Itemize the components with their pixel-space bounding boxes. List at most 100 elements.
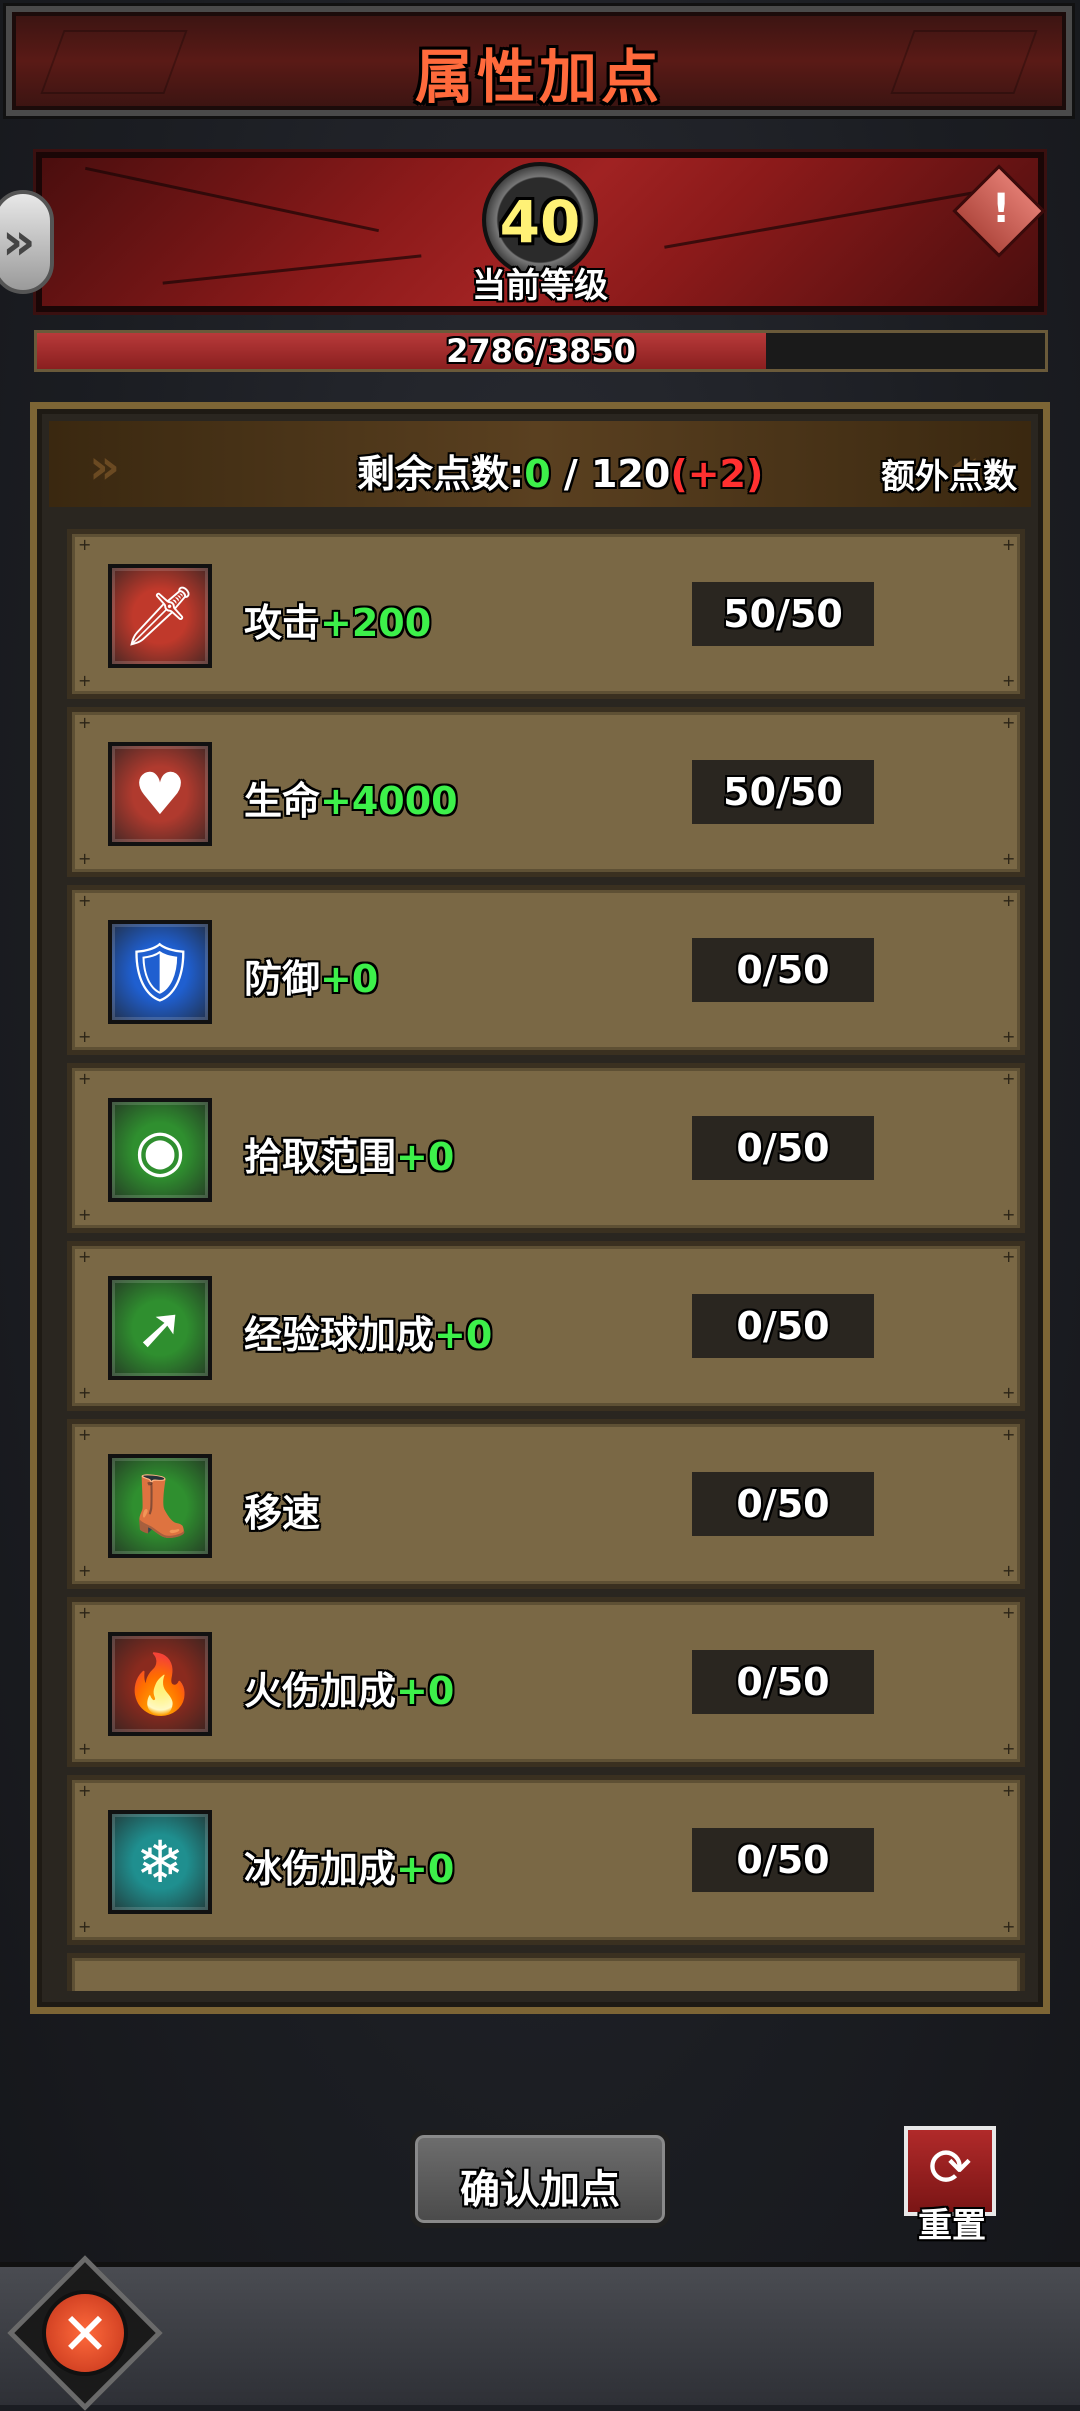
close-button[interactable]: ✕	[42, 2290, 128, 2376]
attribute-list[interactable]: 🗡 攻击+200 50/50 + + + + ♥ 生命+4000 50/50 + + + + 🛡 防御+0 0/…	[67, 529, 1027, 1991]
attribute-icon-frame: ❄	[108, 1810, 212, 1914]
rivet: +	[1002, 713, 1016, 732]
attribute-points-count[interactable]: 0/50	[692, 1828, 874, 1892]
attribute-points-count[interactable]: 50/50	[692, 760, 874, 824]
confirm-button-label: 确认加点	[460, 2167, 620, 2213]
attribute-icon-frame: 🗡	[108, 564, 212, 668]
level-label: 当前等级	[472, 266, 608, 306]
rivet: +	[78, 671, 92, 690]
attribute-icon-frame: 👢	[108, 1454, 212, 1558]
attribute-name: 防御+0	[244, 948, 378, 1003]
attribute-row[interactable]: 🔥 火伤加成+0 0/50 + + + +	[67, 1597, 1025, 1767]
attribute-points-count[interactable]: 50/50	[692, 582, 874, 646]
rivet: +	[78, 849, 92, 868]
exp-progress-text: 2786/3850	[446, 332, 636, 370]
attribute-points-count[interactable]: 0/50	[692, 938, 874, 1002]
attribute-icon-frame: ◉	[108, 1098, 212, 1202]
title-bar: 属性加点	[6, 6, 1072, 116]
rivet: +	[1002, 849, 1016, 868]
confirm-button[interactable]: 确认加点	[410, 2130, 670, 2228]
rivet: +	[1002, 535, 1016, 554]
double-chevron-right-icon: »	[2, 212, 36, 272]
rivet: +	[1002, 1383, 1016, 1402]
total-points: / 120	[550, 452, 671, 496]
rivet: +	[78, 1917, 92, 1936]
exp-progress-bar: 2786/3850	[34, 330, 1048, 372]
attribute-row[interactable]: ➚ 经验球加成+0 0/50 + + + +	[67, 1241, 1025, 1411]
bonus-points: (+2)	[670, 452, 764, 496]
banner-crack	[664, 190, 980, 249]
attribute-bonus: +4000	[320, 779, 458, 823]
attribute-row[interactable]: ◉ 拾取范围+0 0/50 + + + +	[67, 1063, 1025, 1233]
attribute-label: 攻击	[244, 601, 321, 645]
rivet: +	[1002, 1425, 1016, 1444]
remaining-points: 剩余点数:0 / 120(+2)	[357, 443, 763, 498]
rivet: +	[1002, 1069, 1016, 1088]
rivet: +	[1002, 1027, 1016, 1046]
attribute-row[interactable]: ♥ 生命+4000 50/50 + + + +	[67, 707, 1025, 877]
attribute-label: 生命	[244, 779, 321, 823]
rivet: +	[78, 1561, 92, 1580]
snowflake-icon: ❄	[135, 1828, 185, 1896]
shield-icon: 🛡	[123, 938, 197, 1006]
rivet: +	[1002, 671, 1016, 690]
attribute-row-partial[interactable]	[67, 1953, 1025, 1991]
attribute-row[interactable]: 👢 移速 0/50 + + + +	[67, 1419, 1025, 1589]
rivet: +	[1002, 891, 1016, 910]
sword-icon: 🗡	[123, 582, 197, 650]
rivet: +	[78, 1603, 92, 1622]
banner-crack	[84, 166, 380, 233]
reset-button-label[interactable]: 重置	[906, 2198, 998, 2247]
attribute-label: 移速	[244, 1491, 321, 1535]
remaining-points-value: 0	[524, 452, 551, 496]
attribute-row[interactable]: ❄ 冰伤加成+0 0/50 + + + +	[67, 1775, 1025, 1945]
attribute-name: 攻击+200	[244, 592, 431, 647]
expand-side-button[interactable]: »	[0, 190, 54, 294]
close-icon: ✕	[60, 2300, 110, 2368]
attribute-icon-frame: 🔥	[108, 1632, 212, 1736]
extra-points-button[interactable]: 额外点数	[881, 449, 1017, 498]
heart-icon: ♥	[134, 760, 186, 828]
fire-icon: 🔥	[123, 1650, 197, 1718]
rivet: +	[1002, 1917, 1016, 1936]
rivet: +	[78, 713, 92, 732]
attribute-points-count[interactable]: 0/50	[692, 1650, 874, 1714]
attribute-bonus: +200	[320, 601, 432, 645]
attribute-name: 经验球加成+0	[244, 1304, 492, 1359]
rivet: +	[78, 1383, 92, 1402]
rivet: +	[78, 1247, 92, 1266]
page-title: 属性加点	[414, 43, 663, 111]
rivet: +	[78, 1739, 92, 1758]
attribute-row[interactable]: 🗡 攻击+200 50/50 + + + +	[67, 529, 1025, 699]
rivet: +	[1002, 1603, 1016, 1622]
attribute-name: 拾取范围+0	[244, 1126, 454, 1181]
attribute-icon-frame: 🛡	[108, 920, 212, 1024]
rivet: +	[1002, 1781, 1016, 1800]
chevron-decoration-icon: »	[89, 439, 121, 495]
attribute-bonus: +0	[434, 1313, 493, 1357]
attribute-points-count[interactable]: 0/50	[692, 1472, 874, 1536]
rivet: +	[78, 891, 92, 910]
rivet: +	[78, 1205, 92, 1224]
exp-orb-icon: ➚	[135, 1294, 185, 1362]
attribute-bonus: +0	[396, 1135, 455, 1179]
attribute-points-count[interactable]: 0/50	[692, 1294, 874, 1358]
attribute-points-count[interactable]: 0/50	[692, 1116, 874, 1180]
magnet-icon: ◉	[134, 1116, 186, 1184]
rivet: +	[78, 535, 92, 554]
remaining-points-label: 剩余点数:	[357, 452, 525, 496]
attribute-icon-frame: ♥	[108, 742, 212, 846]
rivet: +	[1002, 1739, 1016, 1758]
attribute-name: 移速	[244, 1482, 320, 1537]
rivet: +	[78, 1069, 92, 1088]
attribute-label: 拾取范围	[244, 1135, 397, 1179]
attribute-bonus: +0	[320, 957, 379, 1001]
rivet: +	[1002, 1247, 1016, 1266]
attribute-label: 经验球加成	[244, 1313, 435, 1357]
rivet: +	[78, 1027, 92, 1046]
rivet: +	[78, 1781, 92, 1800]
attribute-row[interactable]: 🛡 防御+0 0/50 + + + +	[67, 885, 1025, 1055]
boot-icon: 👢	[123, 1472, 197, 1540]
attribute-label: 火伤加成	[244, 1669, 397, 1713]
refresh-icon: ⟳	[928, 2138, 972, 2198]
